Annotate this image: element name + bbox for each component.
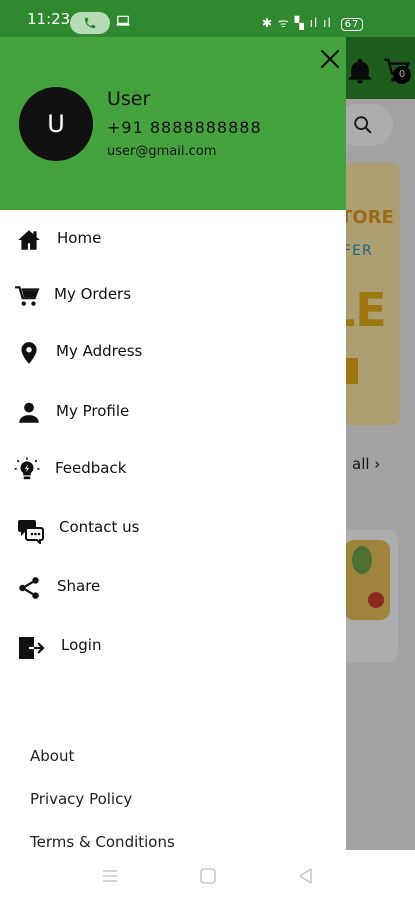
- menu-item-label: Share: [57, 577, 101, 595]
- menu-item-label: My Address: [56, 342, 143, 360]
- menu-item-login[interactable]: Login: [0, 622, 346, 672]
- menu-item-my-profile[interactable]: My Profile: [0, 388, 346, 438]
- battery-icon: 67: [340, 18, 364, 31]
- menu-item-share[interactable]: Share: [0, 563, 346, 613]
- status-bar: 11:23 ✱ ᯤ ▚ ıl ıl 67: [0, 0, 415, 37]
- home-button-icon[interactable]: [197, 865, 219, 887]
- status-icons-text: ✱ ᯤ ▚ ıl ıl: [262, 16, 332, 30]
- status-time: 11:23: [27, 10, 71, 28]
- menu-item-label: Feedback: [55, 459, 127, 477]
- home-icon: [18, 230, 40, 250]
- phone-icon: [84, 17, 96, 29]
- laptop-icon: [116, 15, 130, 26]
- terms-conditions-link[interactable]: Terms & Conditions: [30, 833, 175, 851]
- menu-item-label: Login: [61, 636, 102, 654]
- user-name: User: [107, 88, 151, 110]
- menu-item-contact-us[interactable]: Contact us: [0, 504, 346, 554]
- menu-item-feedback[interactable]: Feedback: [0, 445, 346, 495]
- privacy-policy-link[interactable]: Privacy Policy: [30, 790, 132, 808]
- cart-icon: [15, 286, 40, 306]
- login-icon: [19, 637, 45, 659]
- menu-item-home[interactable]: Home: [0, 215, 346, 265]
- menu-item-label: My Profile: [56, 402, 130, 420]
- chat-icon: [18, 520, 44, 544]
- status-icons: ✱ ᯤ ▚ ıl ıl 67: [262, 14, 364, 31]
- menu-item-my-address[interactable]: My Address: [0, 328, 346, 378]
- navigation-drawer: U User +91 8888888888 user@gmail.com Hom…: [0, 37, 346, 851]
- location-pin-icon: [21, 342, 37, 364]
- about-link[interactable]: About: [30, 747, 74, 765]
- menu-item-label: Contact us: [59, 518, 140, 536]
- system-nav-bar: [0, 850, 415, 900]
- share-icon: [19, 577, 39, 599]
- user-phone: +91 8888888888: [107, 118, 262, 137]
- avatar: U: [19, 87, 93, 161]
- close-icon[interactable]: [315, 44, 345, 74]
- menu-item-label: Home: [57, 229, 102, 247]
- user-email: user@gmail.com: [107, 144, 217, 159]
- person-icon: [19, 402, 39, 423]
- drawer-header: U User +91 8888888888 user@gmail.com: [0, 37, 346, 210]
- menu-icon[interactable]: [99, 865, 121, 887]
- lightbulb-icon: [14, 457, 40, 480]
- menu-item-my-orders[interactable]: My Orders: [0, 271, 346, 321]
- ongoing-call-indicator: [70, 12, 110, 34]
- menu-item-label: My Orders: [54, 285, 132, 303]
- back-icon[interactable]: [295, 865, 317, 887]
